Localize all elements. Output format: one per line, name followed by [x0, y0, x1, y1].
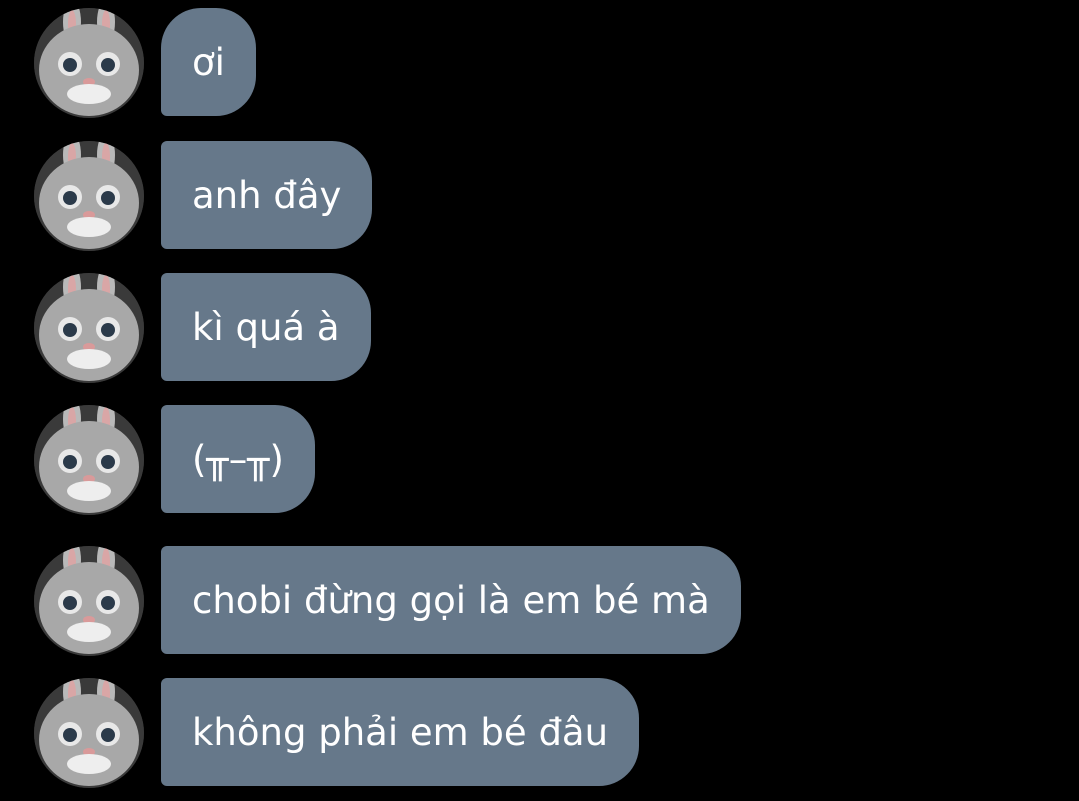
message-row: chobi đừng gọi là em bé mà: [0, 546, 1079, 656]
message-row: ơi: [0, 8, 1079, 118]
message-text: không phải em bé đâu: [192, 710, 609, 754]
bunny-avatar-icon[interactable]: [34, 546, 144, 656]
message-bubble[interactable]: kì quá à: [161, 273, 371, 381]
message-row: (╥–╥): [0, 405, 1079, 515]
message-text: ơi: [192, 40, 225, 84]
message-bubble[interactable]: (╥–╥): [161, 405, 315, 513]
message-bubble[interactable]: chobi đừng gọi là em bé mà: [161, 546, 741, 654]
bunny-avatar-icon[interactable]: [34, 405, 144, 515]
message-text: anh đây: [192, 173, 342, 217]
message-row: kì quá à: [0, 273, 1079, 383]
bunny-avatar-icon[interactable]: [34, 8, 144, 118]
message-row: không phải em bé đâu: [0, 678, 1079, 788]
message-bubble[interactable]: không phải em bé đâu: [161, 678, 640, 786]
chat-thread: ơi anh đây kì quá à (╥–╥) chobi đừng gọi…: [0, 0, 1079, 801]
bunny-avatar-icon[interactable]: [34, 678, 144, 788]
message-text: kì quá à: [192, 305, 340, 349]
message-row: anh đây: [0, 141, 1079, 251]
message-bubble[interactable]: anh đây: [161, 141, 373, 249]
bunny-avatar-icon[interactable]: [34, 141, 144, 251]
message-text: chobi đừng gọi là em bé mà: [192, 578, 710, 622]
message-text: (╥–╥): [192, 437, 284, 481]
message-bubble[interactable]: ơi: [161, 8, 256, 116]
bunny-avatar-icon[interactable]: [34, 273, 144, 383]
